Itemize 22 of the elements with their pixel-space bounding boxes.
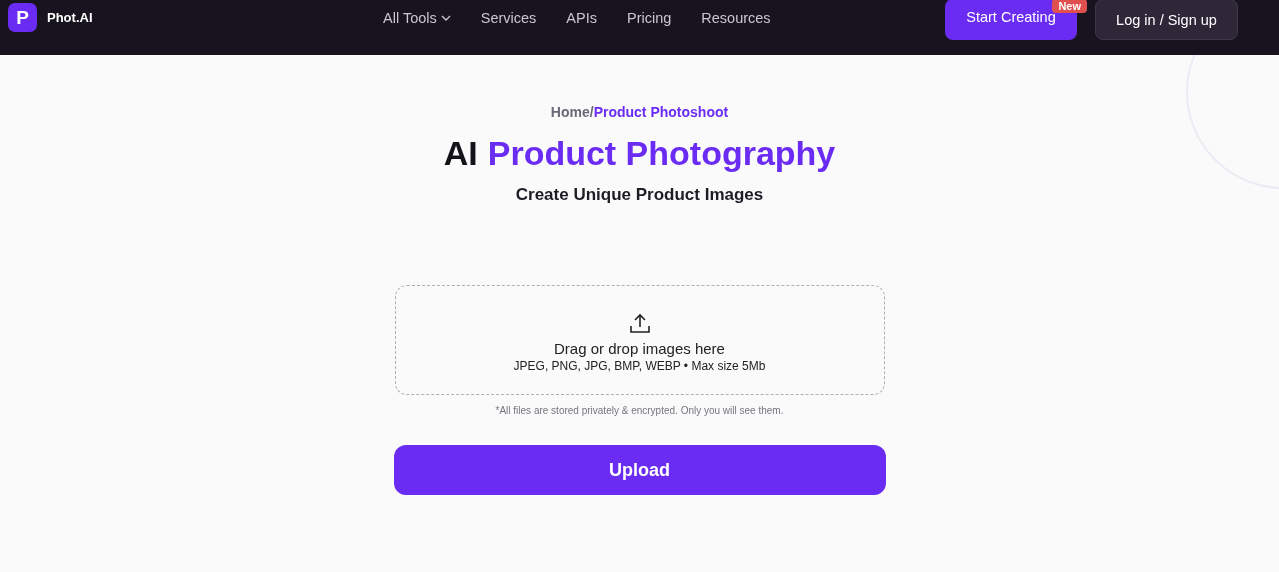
breadcrumb-separator: /	[589, 104, 594, 120]
upload-button[interactable]: Upload	[393, 445, 886, 495]
nav-link[interactable]: APIs	[566, 10, 597, 26]
nav-link[interactable]: Resources	[701, 10, 771, 26]
upload-icon	[628, 311, 651, 334]
breadcrumb-current[interactable]: Product Photoshoot	[593, 104, 729, 120]
nav-link[interactable]: Services	[480, 10, 537, 26]
logo[interactable]: P	[8, 3, 37, 32]
nav-link[interactable]: Pricing	[626, 10, 672, 26]
privacy-note: *All files are stored privately & encrypted. Only you will see them.	[495, 405, 784, 416]
subtitle: Create Unique Product Images	[515, 185, 764, 205]
drop-zone[interactable]: Drag or drop images here JPEG, PNG, JPG, BMP, WEBP • Max size 5Mb	[394, 285, 885, 395]
brand-name[interactable]: Phot.AI	[47, 10, 93, 25]
new-badge: New	[1052, 0, 1087, 13]
login-button[interactable]: Log in / Sign up	[1095, 0, 1238, 40]
drop-zone-title: Drag or drop images here	[554, 339, 725, 357]
page-title: AI	[443, 134, 478, 173]
nav-link[interactable]: All Tools	[383, 10, 451, 26]
breadcrumb-home[interactable]: Home	[550, 104, 590, 120]
page-title-accent: Product Photography	[487, 134, 836, 173]
chevron-down-icon	[440, 15, 451, 21]
format-info: JPEG, PNG, JPG, BMP, WEBP • Max size 5Mb	[513, 358, 766, 373]
